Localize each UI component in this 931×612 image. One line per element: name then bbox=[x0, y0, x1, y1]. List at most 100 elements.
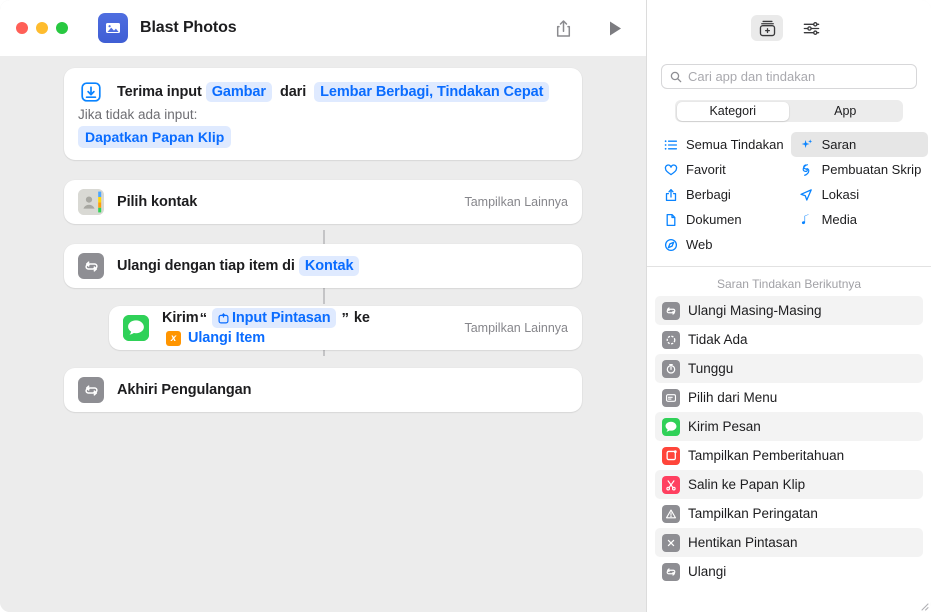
action-library-sidebar: Cari app dan tindakan Kategori App Semua… bbox=[646, 0, 931, 612]
menu-icon bbox=[662, 388, 680, 407]
list-item[interactable]: Pilih dari Menu bbox=[655, 383, 923, 412]
action-library-icon[interactable] bbox=[751, 15, 783, 41]
shortcut-input-icon bbox=[218, 312, 229, 324]
action-prefix: Kirim bbox=[162, 310, 199, 326]
play-button[interactable] bbox=[600, 13, 630, 43]
token-repeat-item[interactable]: x Ulangi Item bbox=[166, 328, 265, 348]
category-label: Semua Tindakan bbox=[686, 137, 784, 152]
tab-app[interactable]: App bbox=[789, 102, 902, 121]
list-item-label: Pilih dari Menu bbox=[688, 390, 778, 405]
action-label: Pilih kontak bbox=[117, 194, 198, 210]
token-repeat-item-label: Ulangi Item bbox=[188, 330, 266, 346]
token-input-type[interactable]: Gambar bbox=[205, 82, 272, 102]
list-item[interactable]: Ulangi Masing-Masing bbox=[655, 296, 923, 325]
music-note-icon bbox=[798, 213, 815, 227]
category-media[interactable]: Media bbox=[791, 207, 929, 232]
category-label: Saran bbox=[821, 137, 857, 152]
quote-close: ” bbox=[341, 309, 349, 327]
action-label: Akhiri Pengulangan bbox=[117, 382, 252, 398]
search-placeholder: Cari app dan tindakan bbox=[688, 69, 816, 84]
category-berbagi[interactable]: Berbagi bbox=[655, 182, 791, 207]
list-icon bbox=[662, 138, 679, 152]
variable-badge: x bbox=[166, 330, 181, 346]
action-card-send-message[interactable]: Kirim “ Input Pintasan ” ke x Ulangi Ite… bbox=[109, 306, 582, 350]
token-shortcut-input-label: Input Pintasan bbox=[231, 310, 331, 326]
token-no-input-action[interactable]: Dapatkan Papan Klip bbox=[78, 126, 232, 148]
scripting-icon bbox=[798, 163, 815, 177]
notification-icon bbox=[662, 446, 680, 465]
action-prefix: Terima input bbox=[117, 84, 202, 100]
page-title: Blast Photos bbox=[140, 19, 237, 36]
repeat-icon bbox=[662, 301, 680, 320]
shortcuts-window: Blast Photos Terima input Gambar dari Le… bbox=[0, 0, 931, 612]
search-input[interactable]: Cari app dan tindakan bbox=[661, 64, 917, 89]
list-item-label: Ulangi Masing-Masing bbox=[688, 303, 822, 318]
list-item[interactable]: Ulangi bbox=[655, 557, 923, 586]
stop-icon bbox=[662, 533, 680, 552]
list-item[interactable]: Hentikan Pintasan bbox=[655, 528, 923, 557]
list-item[interactable]: Tampilkan Peringatan bbox=[655, 499, 923, 528]
zoom-button[interactable] bbox=[56, 22, 68, 34]
library-mode-segmented-control[interactable]: Kategori App bbox=[675, 100, 903, 122]
list-item-label: Ulangi bbox=[688, 564, 727, 579]
list-item-label: Kirim Pesan bbox=[688, 419, 761, 434]
sidebar-toolbar bbox=[647, 0, 931, 56]
show-more-button[interactable]: Tampilkan Lainnya bbox=[454, 321, 568, 335]
action-card-end-repeat[interactable]: Akhiri Pengulangan bbox=[64, 368, 582, 412]
quote-open: “ bbox=[199, 309, 208, 327]
repeat-icon bbox=[662, 562, 680, 581]
list-item[interactable]: Tampilkan Pemberitahuan bbox=[655, 441, 923, 470]
action-mid-word: dari bbox=[279, 84, 307, 100]
show-more-button[interactable]: Tampilkan Lainnya bbox=[454, 195, 568, 209]
category-grid: Semua Tindakan Saran Favorit Pembuatan S… bbox=[647, 122, 931, 267]
share-button[interactable] bbox=[548, 13, 578, 43]
action-card-repeat-each[interactable]: Ulangi dengan tiap item di Kontak bbox=[64, 244, 582, 288]
receive-input-icon bbox=[78, 79, 104, 105]
close-button[interactable] bbox=[16, 22, 28, 34]
suggestions-list: Ulangi Masing-Masing Tidak Ada Tunggu Pi… bbox=[647, 296, 931, 612]
sliders-icon[interactable] bbox=[795, 15, 827, 41]
list-item-label: Hentikan Pintasan bbox=[688, 535, 798, 550]
action-flow: Terima input Gambar dari Lembar Berbagi,… bbox=[64, 68, 582, 412]
category-label: Pembuatan Skrip bbox=[821, 162, 922, 177]
list-item[interactable]: Kirim Pesan bbox=[655, 412, 923, 441]
category-semua-tindakan[interactable]: Semua Tindakan bbox=[655, 132, 791, 157]
compass-icon bbox=[662, 238, 679, 252]
sparkles-icon bbox=[798, 138, 815, 152]
category-label: Web bbox=[686, 237, 713, 252]
list-item[interactable]: Tunggu bbox=[655, 354, 923, 383]
category-pembuatan-skrip[interactable]: Pembuatan Skrip bbox=[791, 157, 929, 182]
list-item[interactable]: Tidak Ada bbox=[655, 325, 923, 354]
category-favorit[interactable]: Favorit bbox=[655, 157, 791, 182]
minimize-button[interactable] bbox=[36, 22, 48, 34]
repeat-icon bbox=[78, 377, 104, 403]
action-card-select-contact[interactable]: Pilih kontak Tampilkan Lainnya bbox=[64, 180, 582, 224]
heart-icon bbox=[662, 163, 679, 177]
clipboard-icon bbox=[662, 475, 680, 494]
search-icon bbox=[670, 71, 682, 83]
token-repeat-source[interactable]: Kontak bbox=[298, 256, 360, 276]
category-label: Favorit bbox=[686, 162, 726, 177]
token-input-source[interactable]: Lembar Berbagi, Tindakan Cepat bbox=[314, 82, 550, 102]
category-saran[interactable]: Saran bbox=[790, 132, 929, 157]
action-mid-word: ke bbox=[353, 310, 370, 326]
category-lokasi[interactable]: Lokasi bbox=[791, 182, 929, 207]
list-item-label: Salin ke Papan Klip bbox=[688, 477, 806, 492]
list-item[interactable]: Salin ke Papan Klip bbox=[655, 470, 923, 499]
no-input-label: Jika tidak ada input: bbox=[78, 107, 198, 122]
token-shortcut-input[interactable]: Input Pintasan bbox=[211, 308, 337, 328]
resize-grip[interactable] bbox=[917, 598, 929, 611]
titlebar: Blast Photos bbox=[0, 0, 646, 56]
list-item-label: Tunggu bbox=[688, 361, 734, 376]
list-item-label: Tampilkan Peringatan bbox=[688, 506, 818, 521]
messages-icon bbox=[662, 417, 680, 436]
category-dokumen[interactable]: Dokumen bbox=[655, 207, 791, 232]
category-web[interactable]: Web bbox=[655, 232, 791, 257]
list-item-label: Tidak Ada bbox=[688, 332, 748, 347]
list-item-label: Tampilkan Pemberitahuan bbox=[688, 448, 845, 463]
action-card-receive-input[interactable]: Terima input Gambar dari Lembar Berbagi,… bbox=[64, 68, 582, 160]
tab-kategori[interactable]: Kategori bbox=[676, 101, 789, 121]
window-controls[interactable] bbox=[16, 22, 68, 34]
document-icon bbox=[662, 213, 679, 227]
nothing-icon bbox=[662, 330, 680, 349]
